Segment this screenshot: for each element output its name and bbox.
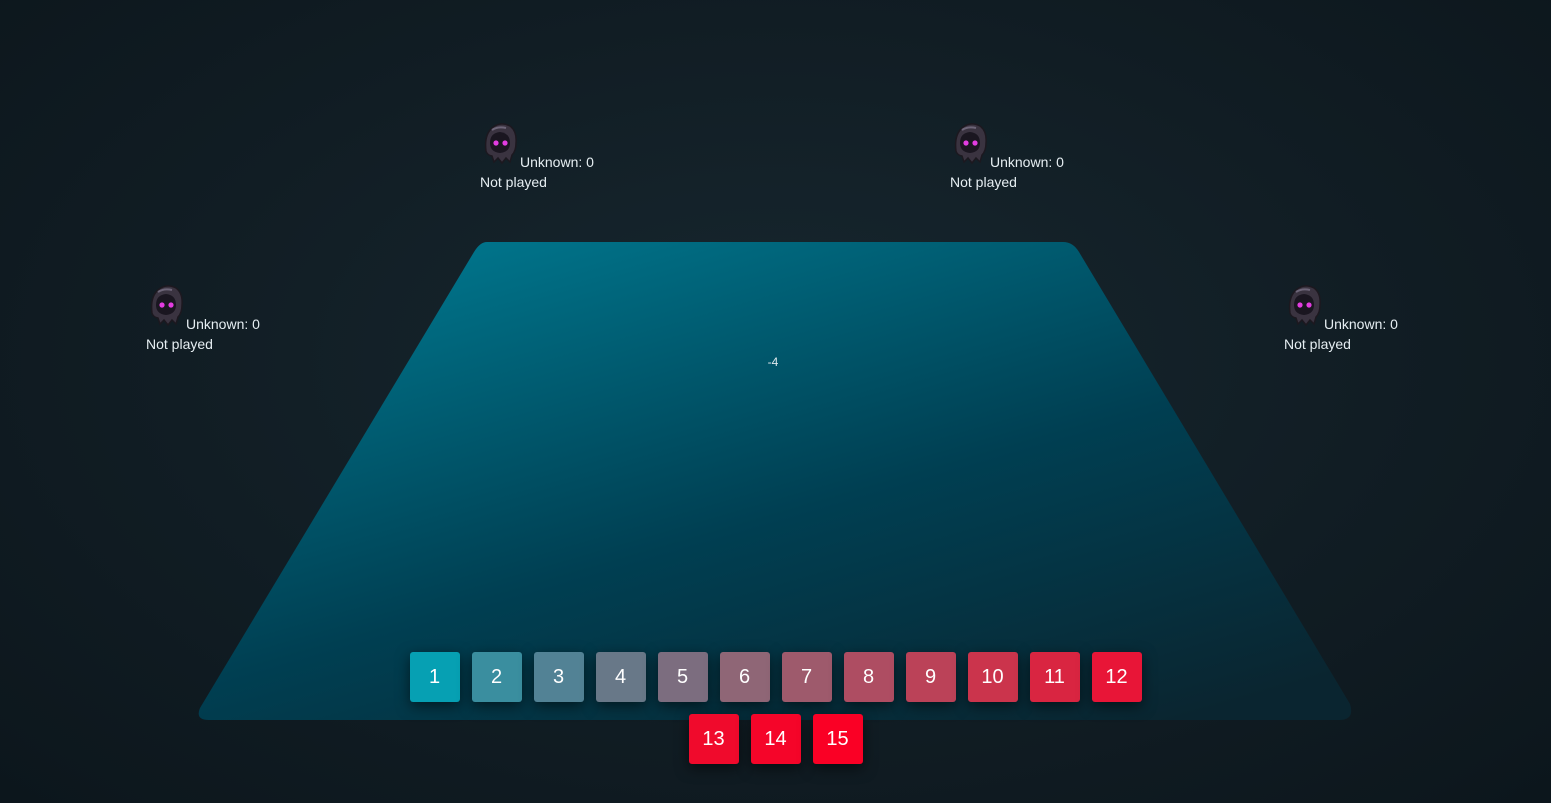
player-status: Not played (146, 336, 213, 352)
player-top-right: Unknown: 0 Not played (950, 121, 1150, 201)
player-hand: 1 2 3 4 5 6 7 8 9 10 11 12 13 14 15 (0, 652, 1551, 776)
game-table (195, 242, 1355, 722)
player-name-label: Unknown: 0 (1324, 316, 1398, 332)
player-status: Not played (1284, 336, 1351, 352)
player-right: Unknown: 0 Not played (1284, 283, 1484, 363)
table-center-value: -4 (767, 355, 779, 369)
player-top-left: Unknown: 0 Not played (480, 121, 680, 201)
card-5[interactable]: 5 (657, 652, 708, 702)
card-14[interactable]: 14 (750, 714, 801, 764)
card-8[interactable]: 8 (843, 652, 894, 702)
player-name-label: Unknown: 0 (990, 154, 1064, 170)
card-2[interactable]: 2 (471, 652, 522, 702)
player-status: Not played (480, 174, 547, 190)
card-10[interactable]: 10 (967, 652, 1018, 702)
card-3[interactable]: 3 (533, 652, 584, 702)
card-12[interactable]: 12 (1091, 652, 1142, 702)
player-name-label: Unknown: 0 (520, 154, 594, 170)
hooded-ghost-icon (1288, 285, 1321, 327)
table-felt (198, 242, 1352, 720)
card-9[interactable]: 9 (905, 652, 956, 702)
card-13[interactable]: 13 (688, 714, 739, 764)
player-status: Not played (950, 174, 1017, 190)
hooded-ghost-icon (484, 123, 517, 165)
card-7[interactable]: 7 (781, 652, 832, 702)
hand-row-2: 13 14 15 (0, 714, 1551, 764)
hooded-ghost-icon (954, 123, 987, 165)
hooded-ghost-icon (150, 285, 183, 327)
card-1[interactable]: 1 (409, 652, 460, 702)
hand-row-1: 1 2 3 4 5 6 7 8 9 10 11 12 (0, 652, 1551, 702)
player-left: Unknown: 0 Not played (146, 283, 346, 363)
card-15[interactable]: 15 (812, 714, 863, 764)
card-4[interactable]: 4 (595, 652, 646, 702)
card-6[interactable]: 6 (719, 652, 770, 702)
player-name-label: Unknown: 0 (186, 316, 260, 332)
card-11[interactable]: 11 (1029, 652, 1080, 702)
